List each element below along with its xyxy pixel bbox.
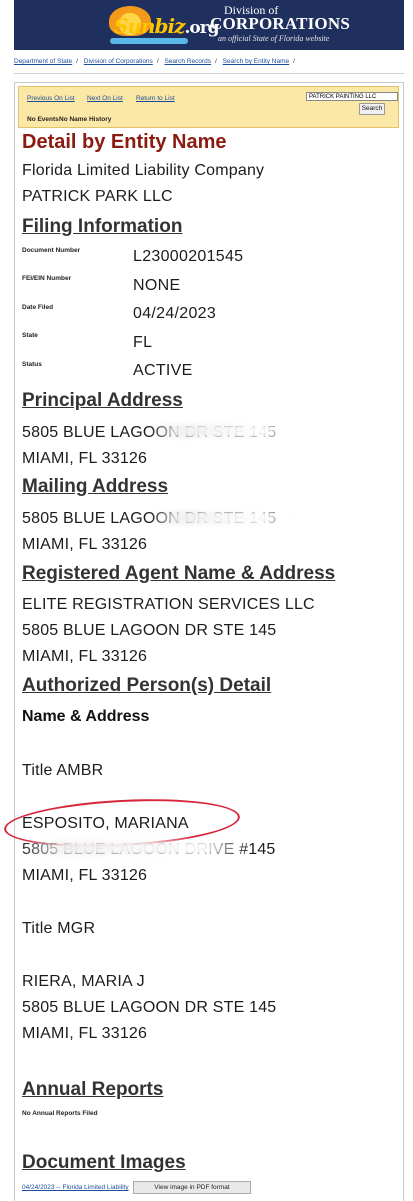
filing-information-heading: Filing Information <box>22 216 183 237</box>
next-on-list-link[interactable]: Next On List <box>87 95 123 102</box>
results-navbar: Previous On List Next On List Return to … <box>18 86 399 128</box>
principal-address-heading: Principal Address <box>22 390 183 411</box>
corporations-label: Corporations <box>210 14 350 33</box>
person-name: RIERA, MARIA J <box>22 973 145 990</box>
person-address-line2: MIAMI, FL 33126 <box>22 867 148 884</box>
search-button[interactable]: Search <box>359 103 385 115</box>
fein-label: FEI/EIN Number <box>22 275 72 282</box>
search-input[interactable]: PATRICK PAINTING LLC <box>306 92 398 101</box>
sunbiz-logo[interactable]: Sunbiz.org <box>114 14 220 38</box>
document-images-heading: Document Images <box>22 1152 186 1173</box>
agent-address-line1: 5805 BLUE LAGOON DR STE 145 <box>22 622 277 639</box>
entity-type: Florida Limited Liability Company <box>22 162 265 179</box>
no-events-label: No Events <box>27 116 59 123</box>
name-address-subheading: Name & Address <box>22 708 150 725</box>
mailing-address-heading: Mailing Address <box>22 476 169 497</box>
previous-on-list-link[interactable]: Previous On List <box>27 95 75 102</box>
state-value: FL <box>133 334 153 351</box>
entity-name: PATRICK PARK LLC <box>22 188 173 205</box>
view-pdf-button[interactable]: View image in PDF format <box>133 1181 251 1194</box>
document-number-value: L23000201545 <box>133 248 244 265</box>
breadcrumb-department-of-state[interactable]: Department of State <box>14 58 72 65</box>
principal-address-line2: MIAMI, FL 33126 <box>22 450 148 467</box>
page-title: Detail by Entity Name <box>22 131 227 153</box>
authorized-persons-heading: Authorized Person(s) Detail <box>22 675 272 696</box>
site-banner: Sunbiz.org Division of Corporations an o… <box>14 0 404 50</box>
person-address-line2: MIAMI, FL 33126 <box>22 1025 148 1042</box>
date-filed-value: 04/24/2023 <box>133 305 217 322</box>
date-filed-label: Date Filed <box>22 304 54 311</box>
annual-reports-heading: Annual Reports <box>22 1079 164 1100</box>
return-to-list-link[interactable]: Return to List <box>136 95 175 102</box>
breadcrumb: Department of State / Division of Corpora… <box>14 58 404 74</box>
status-value: ACTIVE <box>133 362 193 379</box>
no-name-history-label: No Name History <box>59 116 112 123</box>
person-address-line1: 5805 BLUE LAGOON DR STE 145 <box>22 999 277 1016</box>
breadcrumb-division-of-corporations[interactable]: Division of Corporations <box>84 58 153 65</box>
redaction-blur <box>20 841 250 855</box>
swoosh-icon <box>110 38 188 44</box>
person-title: Title MGR <box>22 920 96 937</box>
breadcrumb-search-records[interactable]: Search Records <box>164 58 211 65</box>
document-image-link[interactable]: 04/24/2023 -- Florida Limited Liability <box>22 1184 129 1191</box>
registered-agent-heading: Registered Agent Name & Address <box>22 563 336 584</box>
mailing-address-line2: MIAMI, FL 33126 <box>22 536 148 553</box>
state-label: State <box>22 332 38 339</box>
person-title: Title AMBR <box>22 762 104 779</box>
agent-name: ELITE REGISTRATION SERVICES LLC <box>22 596 315 613</box>
no-annual-reports-note: No Annual Reports Filed <box>22 1110 98 1117</box>
redaction-blur <box>150 424 295 438</box>
document-number-label: Document Number <box>22 247 81 254</box>
redaction-blur <box>150 511 295 525</box>
tagline: an official State of Florida website <box>218 34 330 43</box>
breadcrumb-search-by-entity-name[interactable]: Search by Entity Name <box>223 58 289 65</box>
status-label: Status <box>22 361 42 368</box>
fein-value: NONE <box>133 277 181 294</box>
agent-address-line2: MIAMI, FL 33126 <box>22 648 148 665</box>
